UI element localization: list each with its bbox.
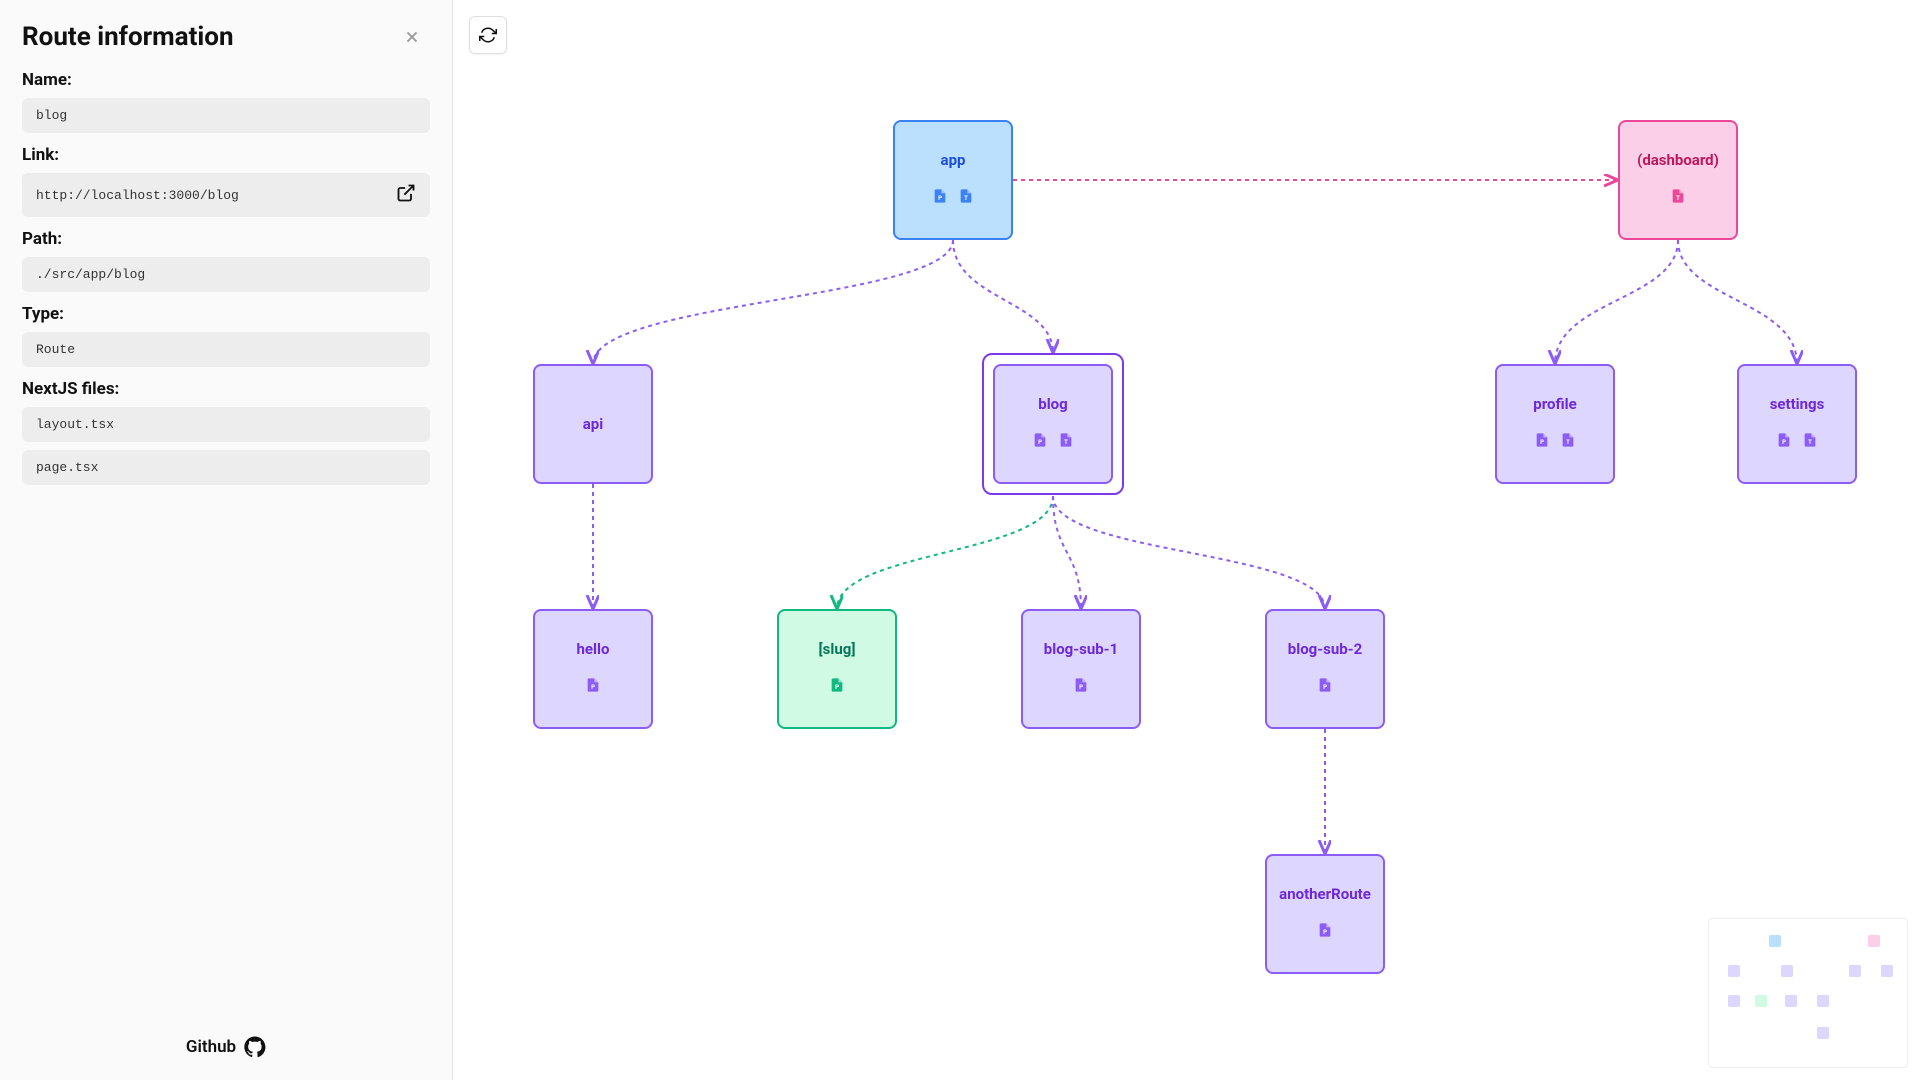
minimap-cell xyxy=(1755,995,1767,1007)
svg-text:P: P xyxy=(1079,684,1083,691)
minimap-cell xyxy=(1881,965,1893,977)
svg-text:P: P xyxy=(1323,929,1327,936)
node-dashboard[interactable]: (dashboard) T xyxy=(1618,120,1738,240)
node-label: api xyxy=(583,415,603,433)
minimap-cell xyxy=(1781,965,1793,977)
node-label: hello xyxy=(577,640,610,658)
svg-text:P: P xyxy=(1540,439,1544,446)
node-hello[interactable]: hello P xyxy=(533,609,653,729)
file-item: layout.tsx xyxy=(22,407,430,442)
svg-text:P: P xyxy=(835,684,839,691)
name-label: Name: xyxy=(22,70,430,90)
node-blogsub1[interactable]: blog-sub-1 P xyxy=(1021,609,1141,729)
minimap-cell xyxy=(1769,935,1781,947)
page-file-icon: P xyxy=(1776,431,1792,453)
node-label: anotherRoute xyxy=(1279,885,1371,903)
minimap-cell xyxy=(1817,1027,1829,1039)
svg-text:T: T xyxy=(1064,439,1068,446)
node-icons: PT xyxy=(932,187,974,209)
layout-file-icon: T xyxy=(1058,431,1074,453)
node-label: app xyxy=(941,151,966,169)
minimap[interactable] xyxy=(1708,918,1908,1068)
layout-file-icon: T xyxy=(958,187,974,209)
node-profile[interactable]: profilePT xyxy=(1495,364,1615,484)
node-app[interactable]: appPT xyxy=(893,120,1013,240)
node-icons: P xyxy=(1317,676,1333,698)
node-label: settings xyxy=(1770,395,1825,413)
svg-text:P: P xyxy=(1038,439,1042,446)
type-label: Type: xyxy=(22,304,430,324)
svg-text:P: P xyxy=(591,684,595,691)
node-label: (dashboard) xyxy=(1637,151,1719,169)
page-file-icon: P xyxy=(1317,921,1333,943)
node-label: blog-sub-1 xyxy=(1044,640,1118,658)
page-file-icon: P xyxy=(1317,676,1333,698)
node-anotherRoute[interactable]: anotherRoute P xyxy=(1265,854,1385,974)
svg-text:P: P xyxy=(938,195,942,202)
layout-file-icon: T xyxy=(1670,187,1686,209)
svg-text:P: P xyxy=(1782,439,1786,446)
file-item: page.tsx xyxy=(22,450,430,485)
path-value: ./src/app/blog xyxy=(22,257,430,292)
node-label: [slug] xyxy=(819,640,856,658)
sidebar: Route information Name: blog Link: http:… xyxy=(0,0,453,1080)
svg-text:P: P xyxy=(1323,684,1327,691)
canvas[interactable]: appPT(dashboard)TapiblogPTprofilePTsetti… xyxy=(453,0,1920,1080)
minimap-cell xyxy=(1868,935,1880,947)
svg-text:T: T xyxy=(1676,195,1680,202)
refresh-icon xyxy=(479,26,497,44)
node-label: blog xyxy=(1038,395,1067,413)
node-slug[interactable]: [slug] P xyxy=(777,609,897,729)
files-label: NextJS files: xyxy=(22,379,430,399)
page-file-icon: P xyxy=(932,187,948,209)
external-link-icon xyxy=(396,183,416,203)
page-file-icon: P xyxy=(1073,676,1089,698)
page-file-icon: P xyxy=(1534,431,1550,453)
close-button[interactable] xyxy=(400,28,424,52)
node-label: profile xyxy=(1533,395,1576,413)
page-file-icon: P xyxy=(585,676,601,698)
minimap-cell xyxy=(1728,965,1740,977)
link-value: http://localhost:3000/blog xyxy=(22,173,430,217)
open-link-button[interactable] xyxy=(396,183,416,207)
node-icons: PT xyxy=(1032,431,1074,453)
node-api[interactable]: api xyxy=(533,364,653,484)
path-label: Path: xyxy=(22,229,430,249)
node-blogsub2[interactable]: blog-sub-2 P xyxy=(1265,609,1385,729)
node-icons: P xyxy=(1073,676,1089,698)
svg-text:T: T xyxy=(1808,439,1812,446)
layout-file-icon: T xyxy=(1560,431,1576,453)
node-icons: PT xyxy=(1776,431,1818,453)
node-label: blog-sub-2 xyxy=(1288,640,1362,658)
layout-file-icon: T xyxy=(1802,431,1818,453)
github-link[interactable]: Github xyxy=(186,1036,266,1058)
link-label: Link: xyxy=(22,145,430,165)
node-blog[interactable]: blogPT xyxy=(993,364,1113,484)
name-value: blog xyxy=(22,98,430,133)
github-icon xyxy=(244,1036,266,1058)
node-settings[interactable]: settingsPT xyxy=(1737,364,1857,484)
minimap-cell xyxy=(1817,995,1829,1007)
node-icons: PT xyxy=(1534,431,1576,453)
svg-text:T: T xyxy=(1566,439,1570,446)
node-icons: P xyxy=(829,676,845,698)
refresh-button[interactable] xyxy=(469,16,507,54)
svg-text:T: T xyxy=(964,195,968,202)
minimap-cell xyxy=(1728,995,1740,1007)
page-file-icon: P xyxy=(829,676,845,698)
minimap-cell xyxy=(1785,995,1797,1007)
page-file-icon: P xyxy=(1032,431,1048,453)
minimap-cell xyxy=(1849,965,1861,977)
node-icons: P xyxy=(585,676,601,698)
node-icons: P xyxy=(1317,921,1333,943)
type-value: Route xyxy=(22,332,430,367)
node-icons: T xyxy=(1670,187,1686,209)
close-icon xyxy=(403,28,421,46)
sidebar-title: Route information xyxy=(22,22,430,52)
